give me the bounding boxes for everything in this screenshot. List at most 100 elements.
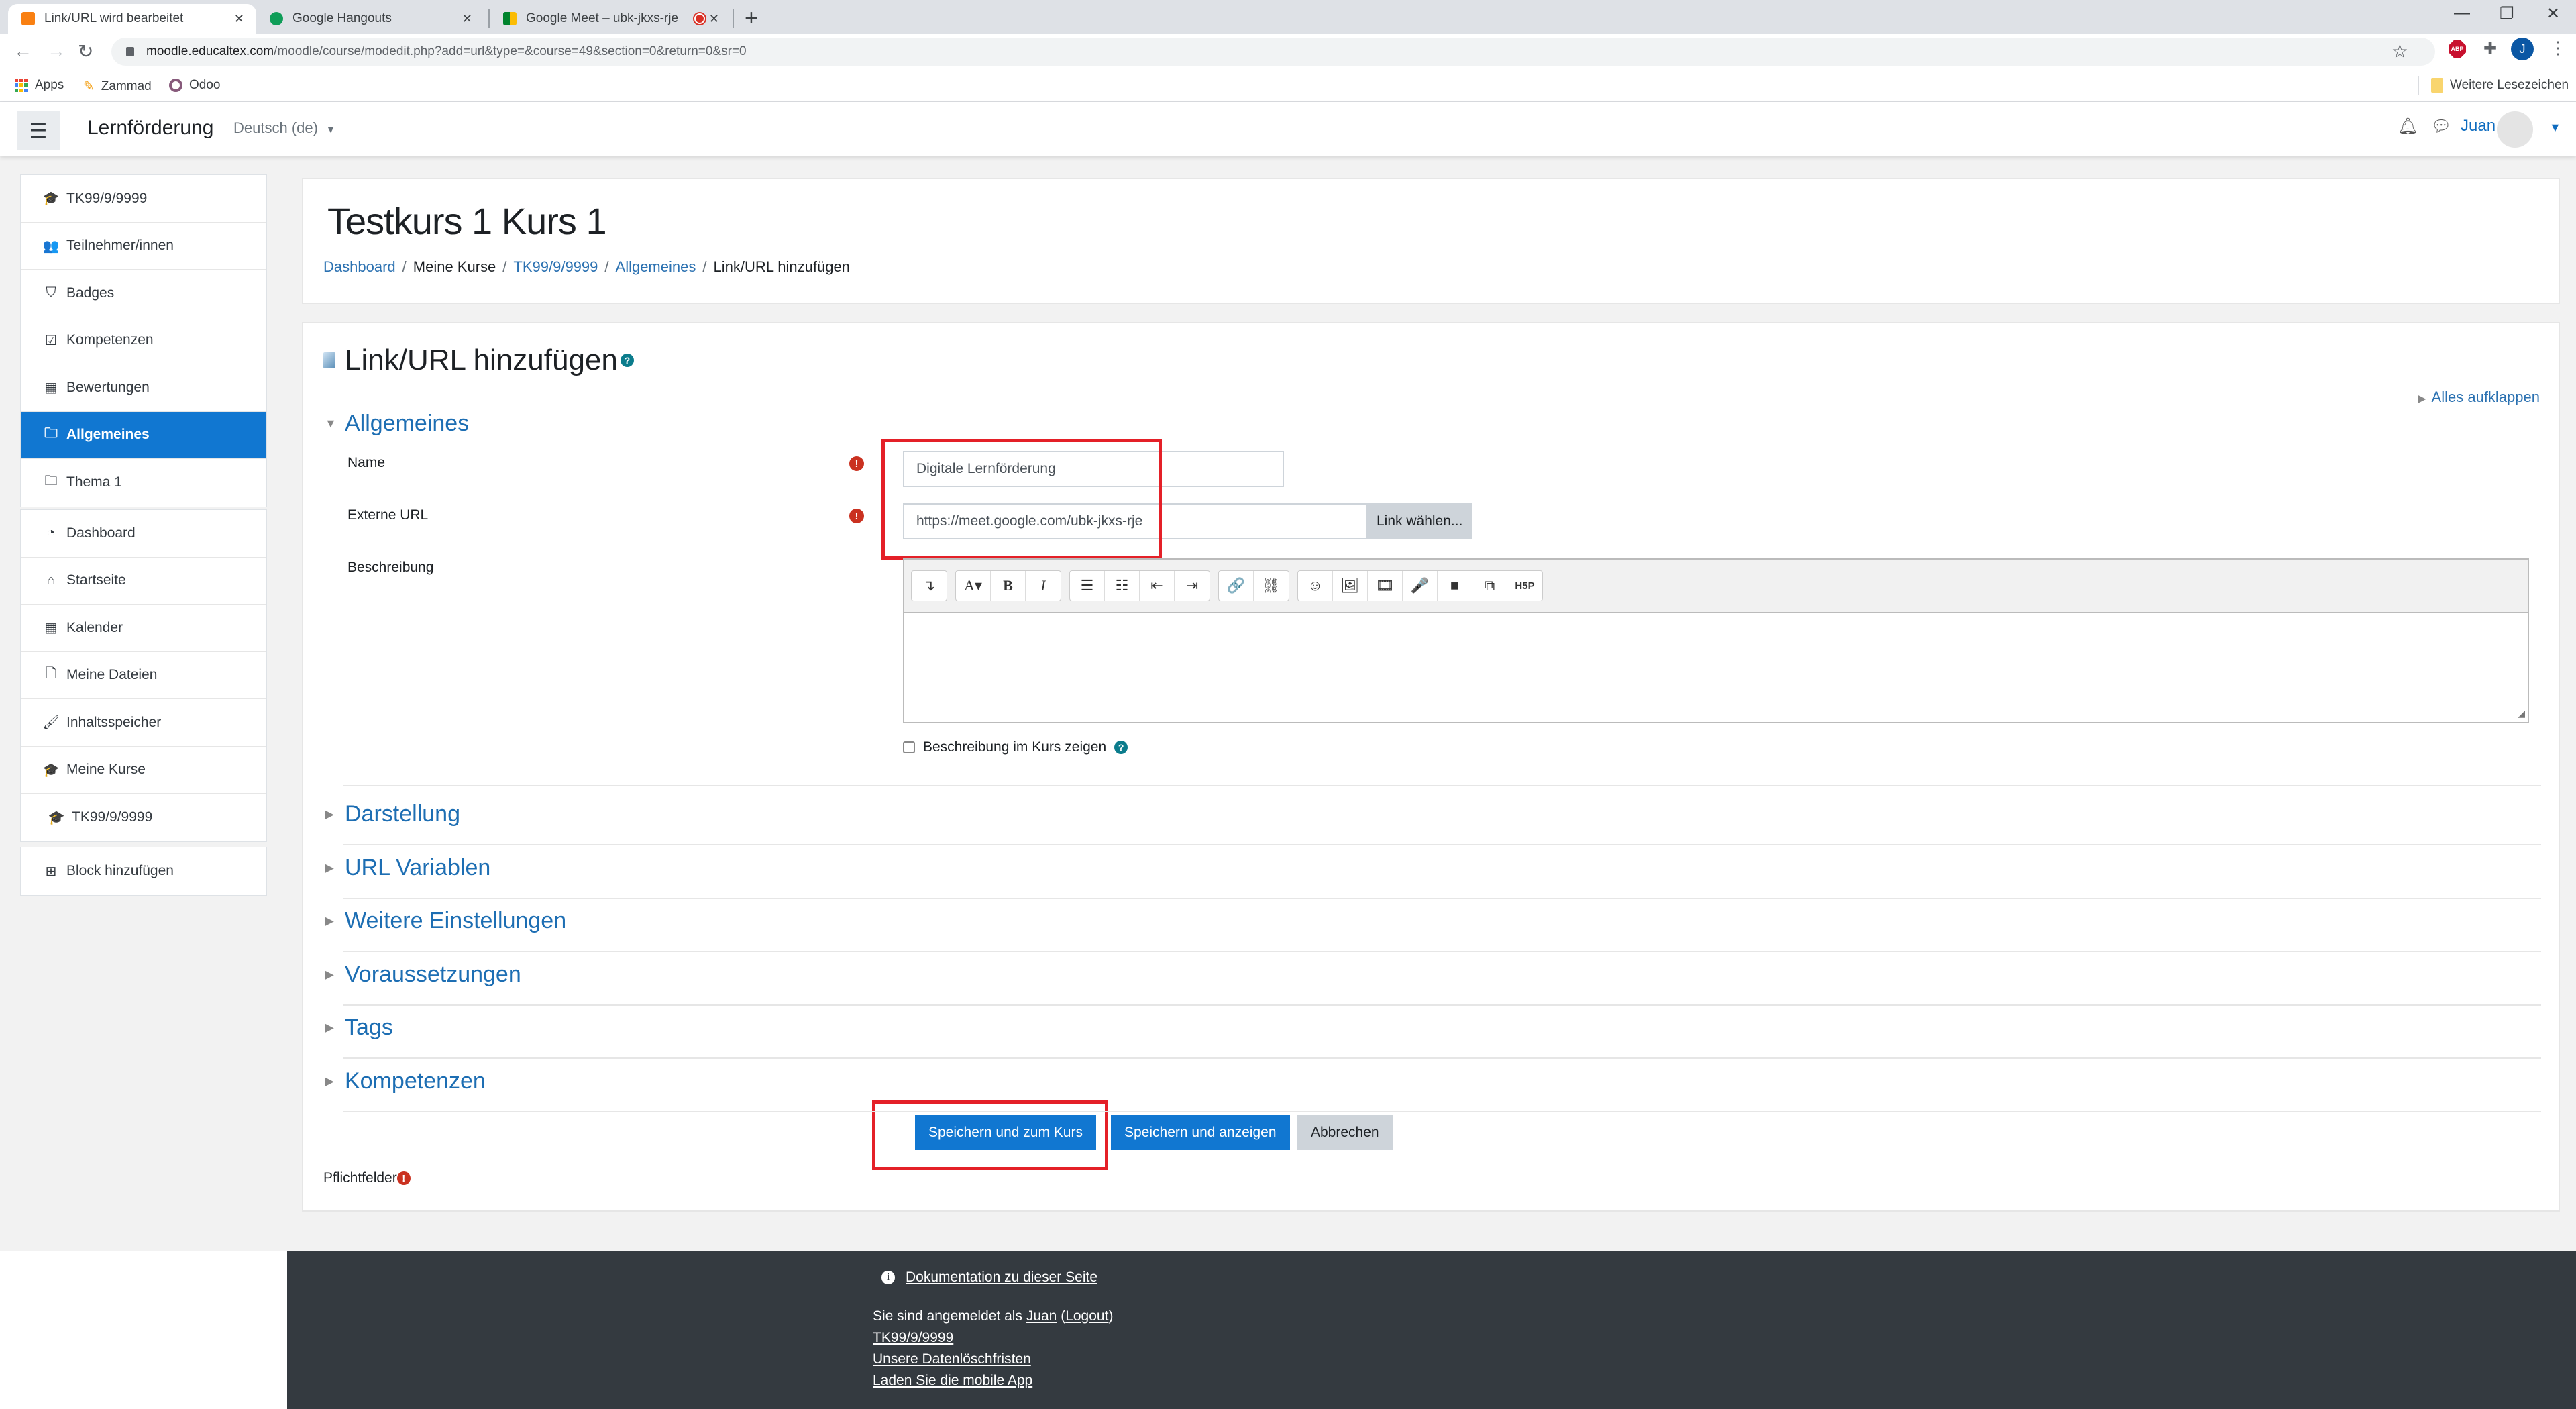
other-bookmarks[interactable]: Weitere Lesezeichen [2431,78,2569,93]
expand-all-link[interactable]: ▶ Alles aufklappen [2418,388,2540,406]
sidebar-item-meine-kurse[interactable]: 🎓 Meine Kurse [21,747,266,794]
ordered-list-icon[interactable]: ☷ [1105,571,1140,601]
footer-course-link[interactable]: TK99/9/9999 [873,1330,953,1346]
sidebar-item-kalender[interactable]: ▦ Kalender [21,605,266,652]
choose-link-button[interactable]: Link wählen... [1367,503,1472,539]
section-voraussetzungen-toggle[interactable]: ▶ Voraussetzungen [325,961,521,988]
section-title: Voraussetzungen [345,961,521,987]
sidebar-item-meine-dateien[interactable]: 🗋 Meine Dateien [21,652,266,699]
messages-icon[interactable]: 💬︎ [2431,117,2451,136]
close-tab-icon[interactable]: ✕ [462,12,472,26]
help-icon[interactable]: ? [620,354,634,367]
show-description-label[interactable]: Beschreibung im Kurs zeigen [923,739,1106,755]
outdent-icon[interactable]: ⇤ [1140,571,1175,601]
font-color-icon[interactable]: A▾ [956,571,991,601]
tab-google-meet[interactable]: Google Meet – ubk-jkxs-rje ✕ [490,4,731,34]
reload-icon[interactable]: ↻ [78,40,93,62]
url-input[interactable]: moodle.educaltex.com/moodle/course/moded… [111,38,2435,66]
forward-icon[interactable]: → [47,40,66,62]
site-name[interactable]: Lernförderung [87,117,213,140]
caret-right-icon: ▶ [325,1074,334,1088]
user-menu-caret-icon[interactable]: ▼ [2549,121,2561,135]
breadcrumb-item[interactable]: Dashboard [323,258,396,276]
microphone-icon[interactable]: 🎤 [1403,571,1438,601]
tab-link-url[interactable]: Link/URL wird bearbeitet ✕ [8,4,256,34]
nav-item-label: Teilnehmer/innen [66,238,174,254]
section-darstellung-toggle[interactable]: ▶ Darstellung [325,801,460,827]
breadcrumb-separator: / [502,258,507,275]
emoji-icon[interactable]: ☺ [1298,571,1333,601]
cancel-button[interactable]: Abbrechen [1297,1115,1393,1150]
footer-user-link[interactable]: Juan [1026,1308,1057,1324]
sidebar-item-kompetenzen[interactable]: ☑ Kompetenzen [21,317,266,364]
browser-menu-icon[interactable]: ⋮ [2549,38,2567,58]
name-input[interactable]: Digitale Lernförderung [903,451,1284,487]
close-tab-icon[interactable]: ✕ [709,12,719,26]
close-window-icon[interactable]: ✕ [2546,4,2560,23]
close-tab-icon[interactable]: ✕ [234,12,244,26]
minimize-icon[interactable]: — [2454,4,2470,23]
resize-handle-icon[interactable]: ◢ [2518,708,2525,719]
sidebar-item-badges[interactable]: ⛉ Badges [21,270,266,317]
save-and-return-button[interactable]: Speichern und zum Kurs [915,1115,1096,1150]
toolbar-group: 🔗 ⛓ [1218,570,1289,601]
sidebar-item-dashboard[interactable]: ◔ Dashboard [21,510,266,558]
unordered-list-icon[interactable]: ☰ [1070,571,1105,601]
sidebar-item-teilnehmer-innen[interactable]: 👥 Teilnehmer/innen [21,223,266,270]
sidebar-item-allgemeines[interactable]: 🗀 Allgemeines [21,411,266,459]
h5p-icon[interactable]: H5P [1507,571,1542,601]
hamburger-menu-icon[interactable]: ☰ [17,111,60,150]
bookmark-odoo[interactable]: Odoo [169,78,220,93]
sidebar-item-tk99-9-9999[interactable]: 🎓 TK99/9/9999 [21,794,266,841]
sidebar-item-tk99-9-9999[interactable]: 🎓 TK99/9/9999 [21,175,266,223]
user-avatar[interactable] [2497,111,2533,148]
user-menu-name[interactable]: Juan [2461,117,2496,136]
collapse-icon[interactable]: ↴ [912,571,947,601]
new-tab-icon[interactable]: + [745,5,758,32]
breadcrumb-item[interactable]: TK99/9/9999 [513,258,598,276]
required-note-label: Pflichtfelder [323,1170,397,1186]
bookmark-star-icon[interactable]: ☆ [2392,40,2408,62]
image-icon[interactable]: 🖼 [1333,571,1368,601]
back-icon[interactable]: ← [13,40,32,62]
unlink-icon[interactable]: ⛓ [1254,571,1289,601]
help-icon[interactable]: ? [1114,741,1128,754]
sidebar-item-thema-1[interactable]: 🗀 Thema 1 [21,459,266,507]
adblock-icon[interactable]: ABP [2449,40,2466,58]
tab-hangouts[interactable]: Google Hangouts ✕ [256,4,484,34]
section-url-variablen-toggle[interactable]: ▶ URL Variablen [325,855,490,881]
sidebar-item-bewertungen[interactable]: ▦ Bewertungen [21,364,266,412]
external-url-input[interactable]: https://meet.google.com/ubk-jkxs-rje [903,503,1367,539]
plus-square-icon: ⊞ [45,864,57,879]
section-kompetenzen-toggle[interactable]: ▶ Kompetenzen [325,1068,486,1094]
restore-icon[interactable]: ❐ [2500,4,2514,23]
bookmark-zammad[interactable]: ✎ Zammad [83,78,152,95]
show-description-checkbox[interactable] [903,741,915,753]
save-and-display-button[interactable]: Speichern und anzeigen [1111,1115,1290,1150]
nav-item-label: Bewertungen [66,379,150,395]
sidebar-item-inhaltsspeicher[interactable]: 🖌 Inhaltsspeicher [21,699,266,747]
video-icon[interactable]: ■ [1438,571,1472,601]
add-block-button[interactable]: ⊞ Block hinzufügen [21,847,266,895]
section-allgemeines-toggle[interactable]: ▼ Allgemeines [325,411,469,437]
media-icon[interactable]: 🎞 [1368,571,1403,601]
section-tags-toggle[interactable]: ▶ Tags [325,1014,393,1041]
bookmark-apps[interactable]: Apps [15,78,64,93]
breadcrumb-item[interactable]: Allgemeines [616,258,696,276]
link-icon[interactable]: 🔗 [1219,571,1254,601]
indent-icon[interactable]: ⇥ [1175,571,1210,601]
sidebar-item-startseite[interactable]: ⌂ Startseite [21,558,266,605]
notifications-bell-icon[interactable]: 🔔︎ [2398,117,2418,136]
section-weitere-einstellungen-toggle[interactable]: ▶ Weitere Einstellungen [325,908,566,934]
italic-icon[interactable]: I [1026,571,1061,601]
bold-icon[interactable]: B [991,571,1026,601]
language-selector[interactable]: Deutsch (de) ▼ [233,119,335,137]
logout-link[interactable]: Logout [1065,1308,1108,1324]
mobile-app-link[interactable]: Laden Sie die mobile App [873,1373,1032,1389]
documentation-link[interactable]: Dokumentation zu dieser Seite [906,1269,1097,1286]
profile-avatar[interactable]: J [2511,38,2534,60]
description-textarea[interactable]: ◢ [904,613,2528,722]
data-retention-link[interactable]: Unsere Datenlöschfristen [873,1351,1031,1367]
extensions-icon[interactable]: ✚ [2483,39,2497,58]
copy-icon[interactable]: ⧉ [1472,571,1507,601]
